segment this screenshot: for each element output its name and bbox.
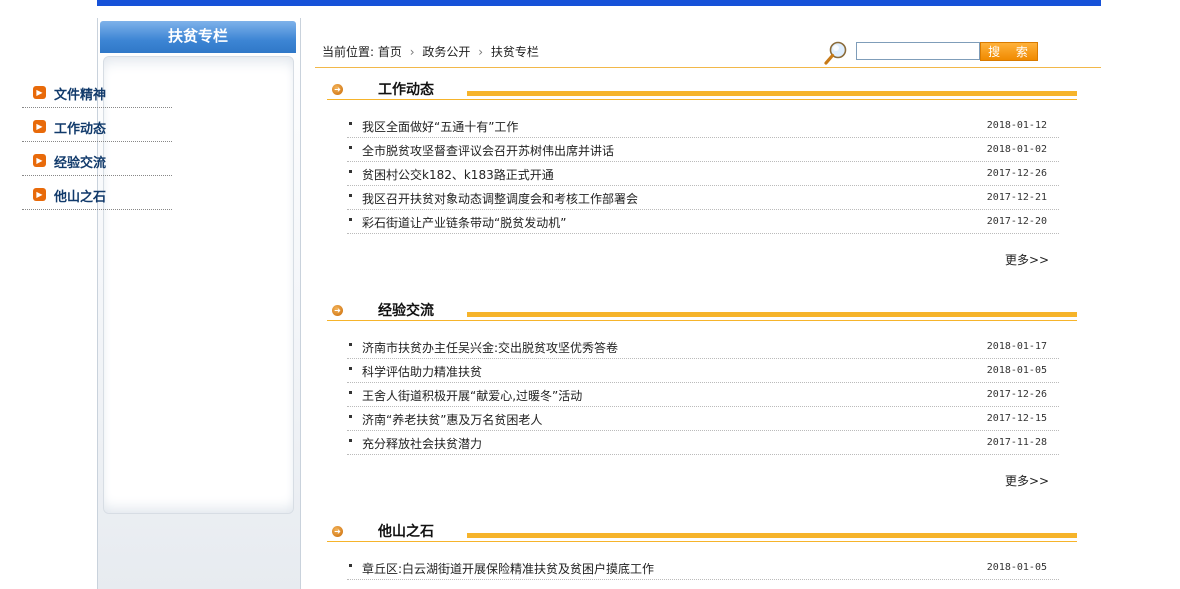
bullet-icon [349, 194, 352, 197]
news-link[interactable]: 我区召开扶贫对象动态调整调度会和考核工作部署会 [362, 190, 638, 207]
news-link[interactable]: 充分释放社会扶贫潜力 [362, 435, 482, 452]
divider [22, 209, 172, 210]
sidebar-item-work-news[interactable]: ▶ 工作动态 [22, 118, 172, 152]
list-item: 济南“养老扶贫”惠及万名贫困老人 2017-12-15 [347, 407, 1059, 431]
arrow-circle-icon: ➜ [332, 305, 343, 316]
bullet-icon [349, 391, 352, 394]
list-item: 章丘区:白云湖街道开展保险精准扶贫及贫困户摸底工作 2018-01-05 [347, 556, 1059, 580]
divider [327, 99, 1077, 100]
section-others: ➜ 他山之石 章丘区:白云湖街道开展保险精准扶贫及贫困户摸底工作 2018-01-… [327, 524, 1077, 580]
arrow-circle-icon: ➜ [332, 526, 343, 537]
news-link[interactable]: 贫困村公交k182、k183路正式开通 [362, 166, 554, 183]
breadcrumb-home[interactable]: 首页 [378, 45, 402, 59]
more-link[interactable]: 更多>> [1005, 251, 1049, 268]
bullet-icon [349, 415, 352, 418]
sidebar-item-label: 文件精神 [54, 88, 107, 103]
chevron-right-icon: › [478, 45, 484, 59]
arrow-right-icon: ▶ [33, 154, 46, 167]
news-link[interactable]: 章丘区:白云湖街道开展保险精准扶贫及贫困户摸底工作 [362, 560, 654, 577]
news-date: 2018-01-12 [986, 120, 1047, 131]
arrow-right-icon: ▶ [33, 86, 46, 99]
list-item: 我区全面做好“五通十有”工作 2018-01-12 [347, 114, 1059, 138]
arrow-right-icon: ▶ [33, 120, 46, 133]
section-title: 工作动态 [378, 82, 434, 98]
section-work-news: ➜ 工作动态 我区全面做好“五通十有”工作 2018-01-12 全市脱贫攻坚督查… [327, 82, 1077, 267]
news-list: 济南市扶贫办主任吴兴金:交出脱贫攻坚优秀答卷 2018-01-17 科学评估助力精… [347, 335, 1059, 455]
news-list: 章丘区:白云湖街道开展保险精准扶贫及贫困户摸底工作 2018-01-05 [347, 556, 1059, 580]
section-header: ➜ 工作动态 [327, 82, 1077, 110]
section-title: 经验交流 [378, 303, 434, 319]
news-date: 2017-12-26 [986, 168, 1047, 179]
sidebar-item-label: 他山之石 [54, 190, 107, 205]
bullet-icon [349, 218, 352, 221]
sidebar-item-experience[interactable]: ▶ 经验交流 [22, 152, 172, 186]
list-item: 王舍人街道积极开展“献爱心,过暖冬”活动 2017-12-26 [347, 383, 1059, 407]
sidebar-item-label: 工作动态 [54, 122, 107, 137]
news-link[interactable]: 济南“养老扶贫”惠及万名贫困老人 [362, 411, 542, 428]
breadcrumb-prefix: 当前位置: [322, 45, 375, 59]
bullet-icon [349, 439, 352, 442]
section-accent-bar [467, 533, 1077, 538]
list-item: 全市脱贫攻坚督查评议会召开苏树伟出席并讲话 2018-01-02 [347, 138, 1059, 162]
news-link[interactable]: 我区全面做好“五通十有”工作 [362, 118, 518, 135]
list-item: 彩石街道让产业链条带动“脱贫发动机” 2017-12-20 [347, 210, 1059, 234]
list-item: 贫困村公交k182、k183路正式开通 2017-12-26 [347, 162, 1059, 186]
divider [22, 175, 172, 176]
search-button[interactable]: 搜 索 [980, 42, 1038, 61]
news-date: 2018-01-02 [986, 144, 1047, 155]
top-accent-bar [97, 0, 1101, 6]
bullet-icon [349, 367, 352, 370]
breadcrumb-current[interactable]: 扶贫专栏 [491, 45, 539, 59]
breadcrumb: 当前位置: 首页 › 政务公开 › 扶贫专栏 [322, 43, 539, 60]
section-accent-bar [467, 312, 1077, 317]
news-date: 2017-11-28 [986, 437, 1047, 448]
news-date: 2018-01-05 [986, 562, 1047, 573]
list-item: 科学评估助力精准扶贫 2018-01-05 [347, 359, 1059, 383]
sidebar-item-label: 经验交流 [54, 156, 107, 171]
news-link[interactable]: 全市脱贫攻坚督查评议会召开苏树伟出席并讲话 [362, 142, 614, 159]
divider [22, 141, 172, 142]
search-input[interactable] [856, 42, 980, 60]
divider [22, 107, 172, 108]
news-date: 2017-12-15 [986, 413, 1047, 424]
arrow-right-icon: ▶ [33, 188, 46, 201]
breadcrumb-gov-affairs[interactable]: 政务公开 [422, 45, 470, 59]
section-accent-bar [467, 91, 1077, 96]
bullet-icon [349, 122, 352, 125]
news-date: 2017-12-20 [986, 216, 1047, 227]
divider [327, 541, 1077, 542]
list-item: 充分释放社会扶贫潜力 2017-11-28 [347, 431, 1059, 455]
section-header: ➜ 经验交流 [327, 303, 1077, 331]
news-list: 我区全面做好“五通十有”工作 2018-01-12 全市脱贫攻坚督查评议会召开苏树… [347, 114, 1059, 234]
news-date: 2017-12-26 [986, 389, 1047, 400]
news-link[interactable]: 王舍人街道积极开展“献爱心,过暖冬”活动 [362, 387, 582, 404]
list-item: 济南市扶贫办主任吴兴金:交出脱贫攻坚优秀答卷 2018-01-17 [347, 335, 1059, 359]
bullet-icon [349, 146, 352, 149]
sidebar-item-documents[interactable]: ▶ 文件精神 [22, 84, 172, 118]
news-date: 2017-12-21 [986, 192, 1047, 203]
sidebar-title: 扶贫专栏 [100, 21, 296, 53]
bullet-icon [349, 170, 352, 173]
section-title: 他山之石 [378, 524, 434, 540]
bullet-icon [349, 343, 352, 346]
arrow-circle-icon: ➜ [332, 84, 343, 95]
section-header: ➜ 他山之石 [327, 524, 1077, 552]
sidebar-menu: ▶ 文件精神 ▶ 工作动态 ▶ 经验交流 ▶ 他山之石 [22, 84, 172, 220]
chevron-right-icon: › [409, 45, 415, 59]
news-date: 2018-01-17 [986, 341, 1047, 352]
sidebar-item-others[interactable]: ▶ 他山之石 [22, 186, 172, 220]
bullet-icon [349, 564, 352, 567]
more-link[interactable]: 更多>> [1005, 472, 1049, 489]
section-experience: ➜ 经验交流 济南市扶贫办主任吴兴金:交出脱贫攻坚优秀答卷 2018-01-17 … [327, 303, 1077, 488]
news-link[interactable]: 彩石街道让产业链条带动“脱贫发动机” [362, 214, 566, 231]
news-link[interactable]: 科学评估助力精准扶贫 [362, 363, 482, 380]
magnifier-icon [824, 41, 847, 65]
news-link[interactable]: 济南市扶贫办主任吴兴金:交出脱贫攻坚优秀答卷 [362, 339, 618, 356]
list-item: 我区召开扶贫对象动态调整调度会和考核工作部署会 2017-12-21 [347, 186, 1059, 210]
news-date: 2018-01-05 [986, 365, 1047, 376]
divider [315, 67, 1101, 68]
divider [327, 320, 1077, 321]
